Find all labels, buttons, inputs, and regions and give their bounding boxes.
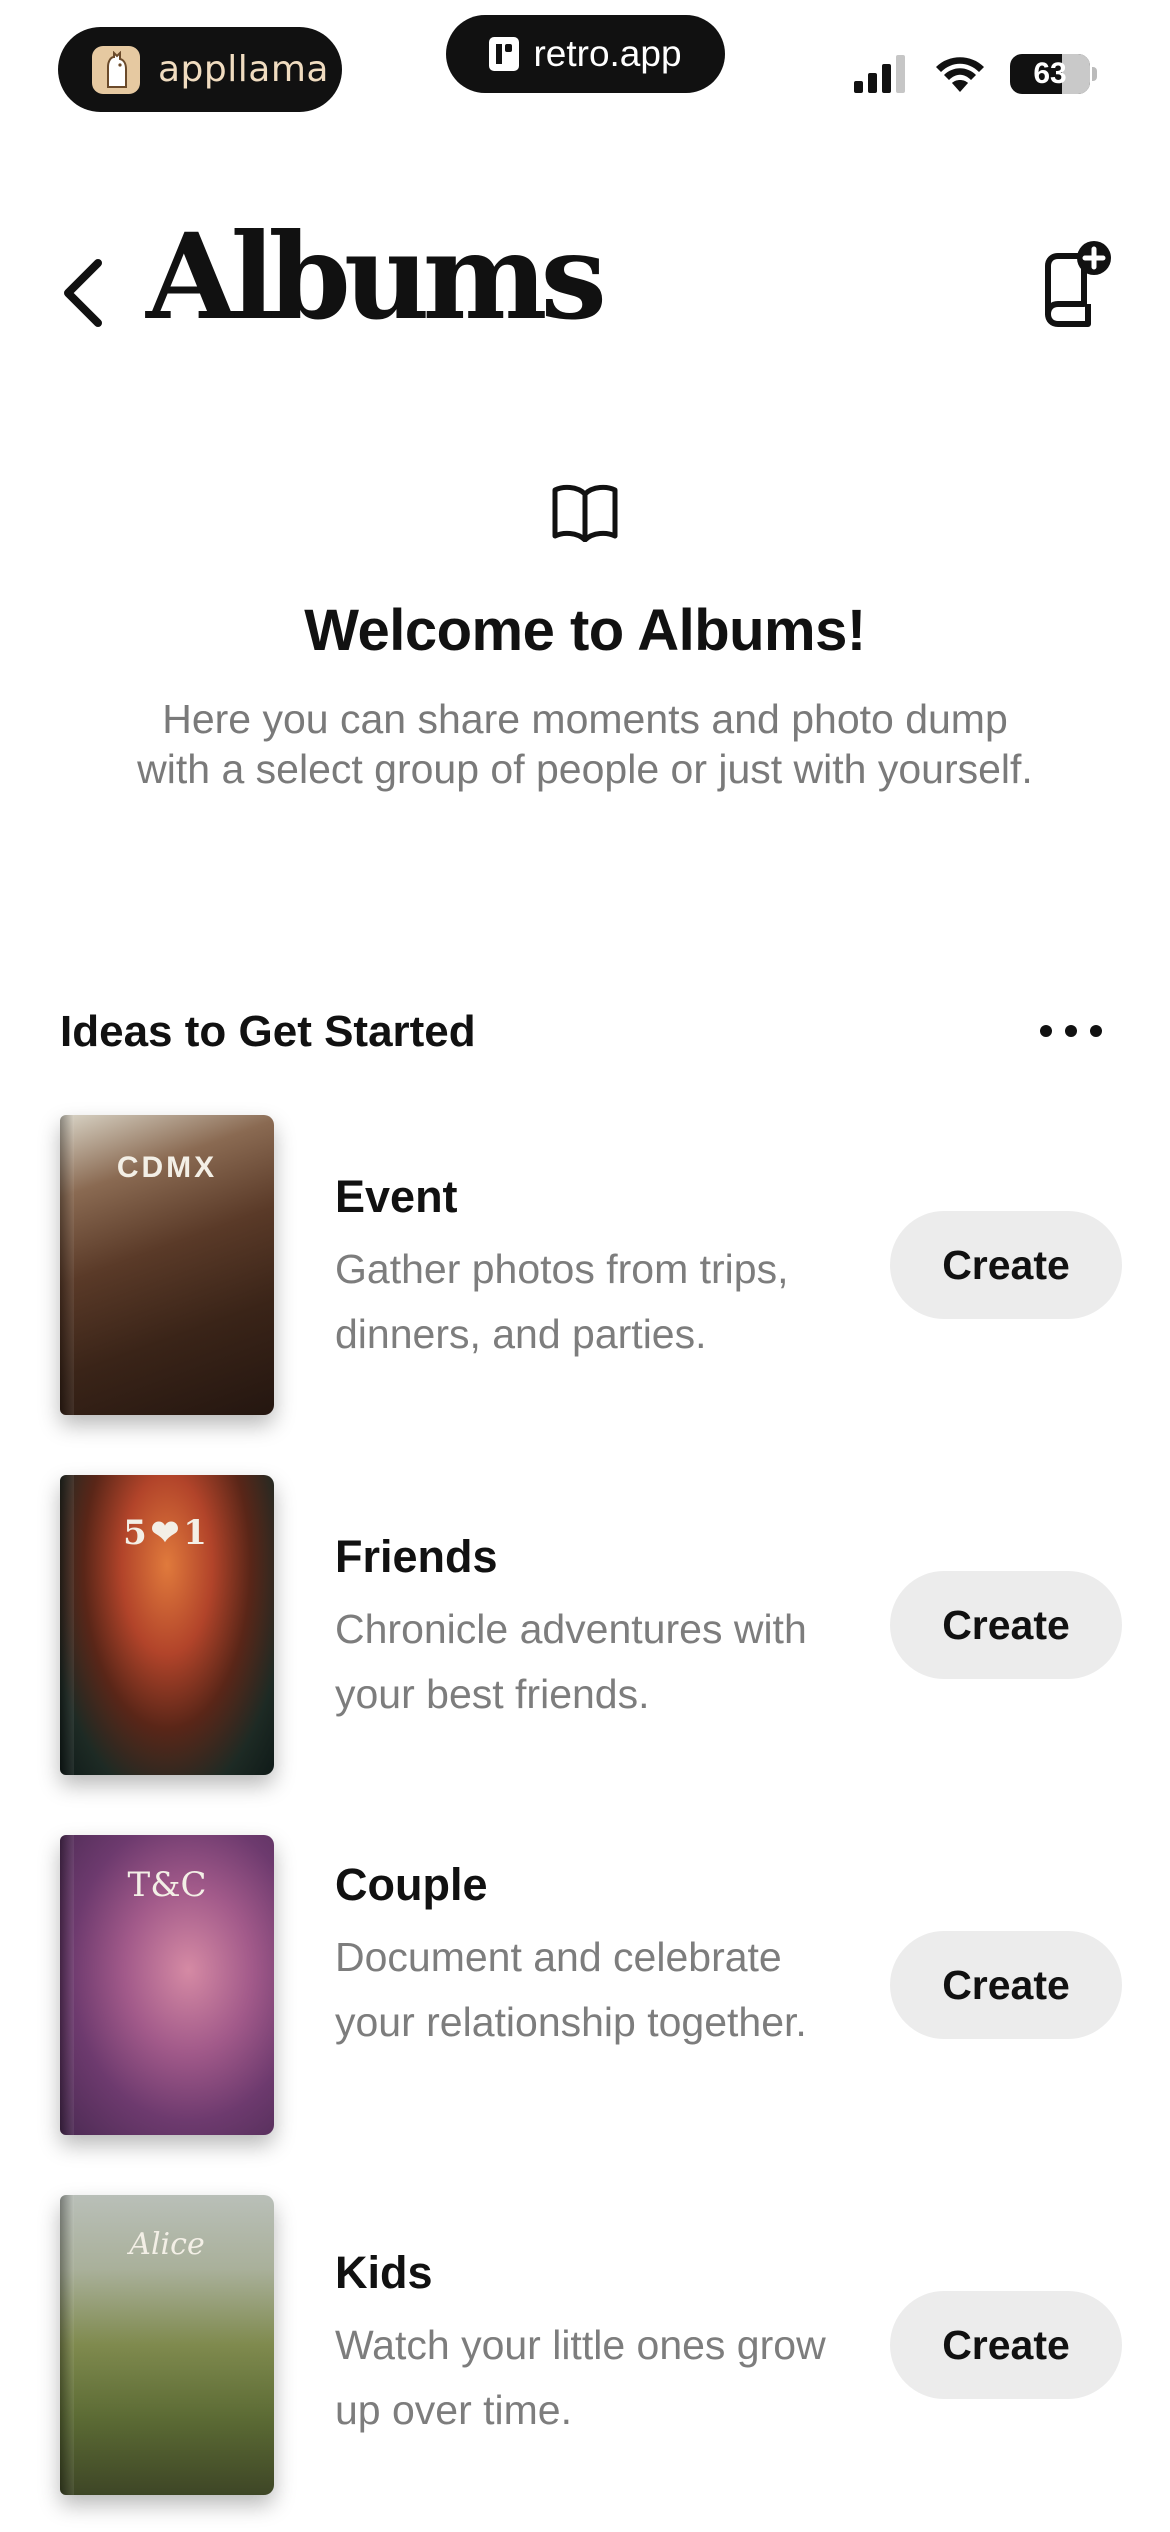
new-album-icon[interactable] bbox=[1034, 240, 1112, 328]
battery-level: 63 bbox=[1033, 57, 1067, 90]
idea-event: CDMX Event Gather photos from trips, din… bbox=[0, 1115, 1170, 1415]
open-book-icon bbox=[552, 484, 618, 542]
retro-app-badge: retro.app bbox=[446, 15, 725, 93]
idea-description: Gather photos from trips, dinners, and p… bbox=[335, 1246, 789, 1357]
create-couple-button[interactable]: Create bbox=[890, 1931, 1122, 2039]
kids-cover-text: Alice bbox=[129, 2227, 205, 2262]
status-icons: 63 bbox=[854, 52, 1097, 96]
cellular-signal-icon bbox=[854, 55, 905, 93]
couple-album-cover: T&C bbox=[60, 1835, 274, 2135]
albums-screen: appllama retro.app 63 Albums Welcome to … bbox=[0, 0, 1170, 2532]
idea-description: Chronicle adventures with your best frie… bbox=[335, 1606, 807, 1717]
back-chevron-icon[interactable] bbox=[58, 253, 108, 333]
idea-name: Couple bbox=[335, 1859, 488, 1910]
idea-description: Document and celebrate your relationship… bbox=[335, 1934, 807, 2045]
idea-name: Friends bbox=[335, 1531, 498, 1582]
idea-description: Watch your little ones grow up over time… bbox=[335, 2322, 826, 2433]
event-album-cover: CDMX bbox=[60, 1115, 274, 1415]
kids-album-cover: Alice bbox=[60, 2195, 274, 2495]
create-kids-button[interactable]: Create bbox=[890, 2291, 1122, 2399]
idea-friends: 5❤1 Friends Chronicle adventures with yo… bbox=[0, 1475, 1170, 1775]
welcome-description: Here you can share moments and photo dum… bbox=[137, 696, 1033, 792]
llama-icon bbox=[92, 45, 140, 94]
more-options-icon[interactable] bbox=[1040, 1016, 1102, 1046]
appllama-label: appllama bbox=[158, 49, 329, 90]
event-cover-text: CDMX bbox=[116, 1151, 218, 1184]
idea-couple: T&C Couple Document and celebrate your r… bbox=[0, 1835, 1170, 2135]
friends-album-cover: 5❤1 bbox=[60, 1475, 274, 1775]
idea-kids: Alice Kids Watch your little ones grow u… bbox=[0, 2195, 1170, 2495]
idea-name: Event bbox=[335, 1171, 458, 1222]
page-title: Albums bbox=[146, 207, 607, 346]
ideas-section-title: Ideas to Get Started bbox=[60, 1007, 476, 1056]
retro-logo-icon bbox=[489, 37, 520, 71]
battery-icon: 63 bbox=[1010, 54, 1097, 94]
appllama-badge: appllama bbox=[58, 27, 342, 112]
create-event-button[interactable]: Create bbox=[890, 1211, 1122, 1319]
welcome-title: Welcome to Albums! bbox=[304, 598, 866, 663]
create-friends-button[interactable]: Create bbox=[890, 1571, 1122, 1679]
retro-app-label: retro.app bbox=[533, 33, 682, 74]
couple-cover-text: T&C bbox=[127, 1865, 207, 1905]
friends-cover-text: 5❤1 bbox=[123, 1513, 211, 1553]
idea-name: Kids bbox=[335, 2247, 433, 2298]
wifi-icon bbox=[936, 57, 984, 92]
